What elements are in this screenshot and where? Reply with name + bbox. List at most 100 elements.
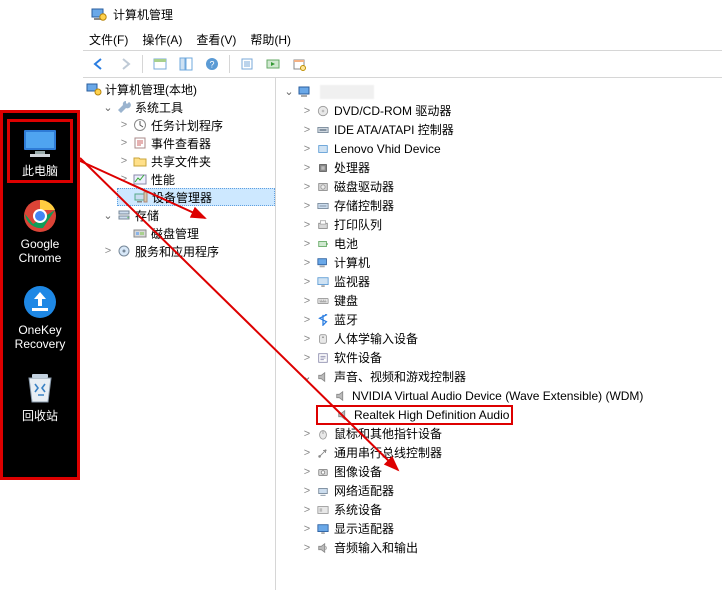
- desktop-strip: 此电脑 GoogleChrome OneKeyRecovery 回收站: [0, 110, 80, 480]
- twisty-icon[interactable]: [300, 465, 314, 479]
- tree-event-viewer[interactable]: 事件查看器: [117, 134, 275, 152]
- twisty-icon[interactable]: [101, 244, 115, 258]
- device-cpu[interactable]: 处理器: [300, 158, 722, 177]
- device-lenovo[interactable]: Lenovo Vhid Device: [300, 139, 722, 158]
- device-battery[interactable]: 电池: [300, 234, 722, 253]
- device-audio_io[interactable]: 音频输入和输出: [300, 538, 722, 557]
- twisty-icon[interactable]: [300, 218, 314, 232]
- twisty-icon[interactable]: [300, 370, 314, 384]
- tree-device-manager[interactable]: 设备管理器: [117, 188, 275, 206]
- device-nvidia[interactable]: NVIDIA Virtual Audio Device (Wave Extens…: [318, 386, 722, 405]
- device-bluetooth[interactable]: 蓝牙: [300, 310, 722, 329]
- twisty-icon[interactable]: [101, 208, 115, 222]
- twisty-icon[interactable]: [300, 180, 314, 194]
- desktop-icon-recycle[interactable]: 回收站: [10, 371, 70, 423]
- twisty-icon[interactable]: [300, 427, 314, 441]
- device-dvd[interactable]: DVD/CD-ROM 驱动器: [300, 101, 722, 120]
- device-software[interactable]: 软件设备: [300, 348, 722, 367]
- wrench-icon: [116, 99, 132, 115]
- device-root[interactable]: [282, 82, 722, 101]
- tree-system-tools[interactable]: 系统工具: [101, 98, 275, 116]
- back-button[interactable]: [87, 52, 111, 76]
- twisty-icon[interactable]: [300, 313, 314, 327]
- computer-name-masked: [320, 85, 374, 99]
- tree-services[interactable]: 服务和应用程序: [101, 242, 275, 260]
- menu-file[interactable]: 文件(F): [89, 31, 128, 48]
- disk-icon: [315, 179, 331, 195]
- twisty-icon[interactable]: [300, 294, 314, 308]
- device-imaging[interactable]: 图像设备: [300, 462, 722, 481]
- device-disk[interactable]: 磁盘驱动器: [300, 177, 722, 196]
- twisty-icon[interactable]: [300, 446, 314, 460]
- twisty-icon[interactable]: [300, 256, 314, 270]
- onekey-icon: [20, 285, 60, 319]
- device-hid[interactable]: 人体学输入设备: [300, 329, 722, 348]
- twisty-icon[interactable]: [117, 172, 131, 186]
- twisty-icon[interactable]: [300, 142, 314, 156]
- toolbar-button-4[interactable]: [261, 52, 285, 76]
- twisty-icon[interactable]: [300, 104, 314, 118]
- toolbar-help-button[interactable]: ?: [200, 52, 224, 76]
- menubar: 文件(F) 操作(A) 查看(V) 帮助(H): [83, 28, 722, 50]
- toolbar-button-2[interactable]: [174, 52, 198, 76]
- desktop-icon-this-pc[interactable]: 此电脑: [7, 119, 73, 183]
- device-mouse[interactable]: 鼠标和其他指针设备: [300, 424, 722, 443]
- window-title: 计算机管理: [113, 6, 173, 23]
- twisty-icon[interactable]: [300, 123, 314, 137]
- menu-action[interactable]: 操作(A): [142, 31, 182, 48]
- device-network[interactable]: 网络适配器: [300, 481, 722, 500]
- device-tree[interactable]: DVD/CD-ROM 驱动器IDE ATA/ATAPI 控制器Lenovo Vh…: [276, 78, 722, 557]
- menu-view[interactable]: 查看(V): [196, 31, 236, 48]
- desktop-icon-onekey[interactable]: OneKeyRecovery: [10, 285, 70, 351]
- display-icon: [315, 521, 331, 537]
- tree-task-scheduler[interactable]: 任务计划程序: [117, 116, 275, 134]
- twisty-icon[interactable]: [300, 484, 314, 498]
- toolbar-button-1[interactable]: [148, 52, 172, 76]
- device-display[interactable]: 显示适配器: [300, 519, 722, 538]
- device-usb[interactable]: 通用串行总线控制器: [300, 443, 722, 462]
- device-computer[interactable]: 计算机: [300, 253, 722, 272]
- twisty-icon[interactable]: [300, 332, 314, 346]
- device-storage_ctrl[interactable]: 存储控制器: [300, 196, 722, 215]
- device-ide[interactable]: IDE ATA/ATAPI 控制器: [300, 120, 722, 139]
- toolbar-button-3[interactable]: [235, 52, 259, 76]
- twisty-icon[interactable]: [300, 541, 314, 555]
- twisty-icon[interactable]: [117, 118, 131, 132]
- twisty-icon[interactable]: [117, 154, 131, 168]
- software-icon: [315, 350, 331, 366]
- twisty-icon[interactable]: [300, 522, 314, 536]
- svg-text:?: ?: [209, 60, 214, 70]
- tree-root[interactable]: 计算机管理(本地): [85, 80, 275, 98]
- this-pc-icon: [20, 126, 60, 160]
- tree-disk-management[interactable]: 磁盘管理: [117, 224, 275, 242]
- window-titlebar[interactable]: 计算机管理: [83, 0, 722, 28]
- twisty-icon[interactable]: [300, 199, 314, 213]
- twisty-icon[interactable]: [300, 161, 314, 175]
- forward-button[interactable]: [113, 52, 137, 76]
- twisty-icon[interactable]: [101, 100, 115, 114]
- toolbar-button-5[interactable]: [287, 52, 311, 76]
- recycle-bin-icon: [20, 371, 60, 405]
- device-sound[interactable]: 声音、视频和游戏控制器: [300, 367, 722, 386]
- twisty-icon[interactable]: [300, 275, 314, 289]
- tree-shared-folders[interactable]: 共享文件夹: [117, 152, 275, 170]
- twisty-icon[interactable]: [282, 85, 296, 99]
- sysdev-icon: [315, 502, 331, 518]
- this-pc-label: 此电脑: [22, 164, 58, 178]
- device-printq[interactable]: 打印队列: [300, 215, 722, 234]
- tree-performance[interactable]: 性能: [117, 170, 275, 188]
- left-tree[interactable]: 计算机管理(本地) 系统工具 任务计划程序: [83, 78, 275, 260]
- tree-storage[interactable]: 存储: [101, 206, 275, 224]
- twisty-icon[interactable]: [300, 351, 314, 365]
- sound-device-icon: [333, 388, 349, 404]
- twisty-icon[interactable]: [300, 237, 314, 251]
- menu-help[interactable]: 帮助(H): [250, 31, 291, 48]
- device-monitor[interactable]: 监视器: [300, 272, 722, 291]
- device-realtek[interactable]: Realtek High Definition Audio: [318, 405, 722, 424]
- device-sysdev[interactable]: 系统设备: [300, 500, 722, 519]
- twisty-icon[interactable]: [300, 503, 314, 517]
- desktop-icon-chrome[interactable]: GoogleChrome: [10, 199, 70, 265]
- disk-mgmt-icon: [132, 225, 148, 241]
- device-keyboard[interactable]: 键盘: [300, 291, 722, 310]
- twisty-icon[interactable]: [117, 136, 131, 150]
